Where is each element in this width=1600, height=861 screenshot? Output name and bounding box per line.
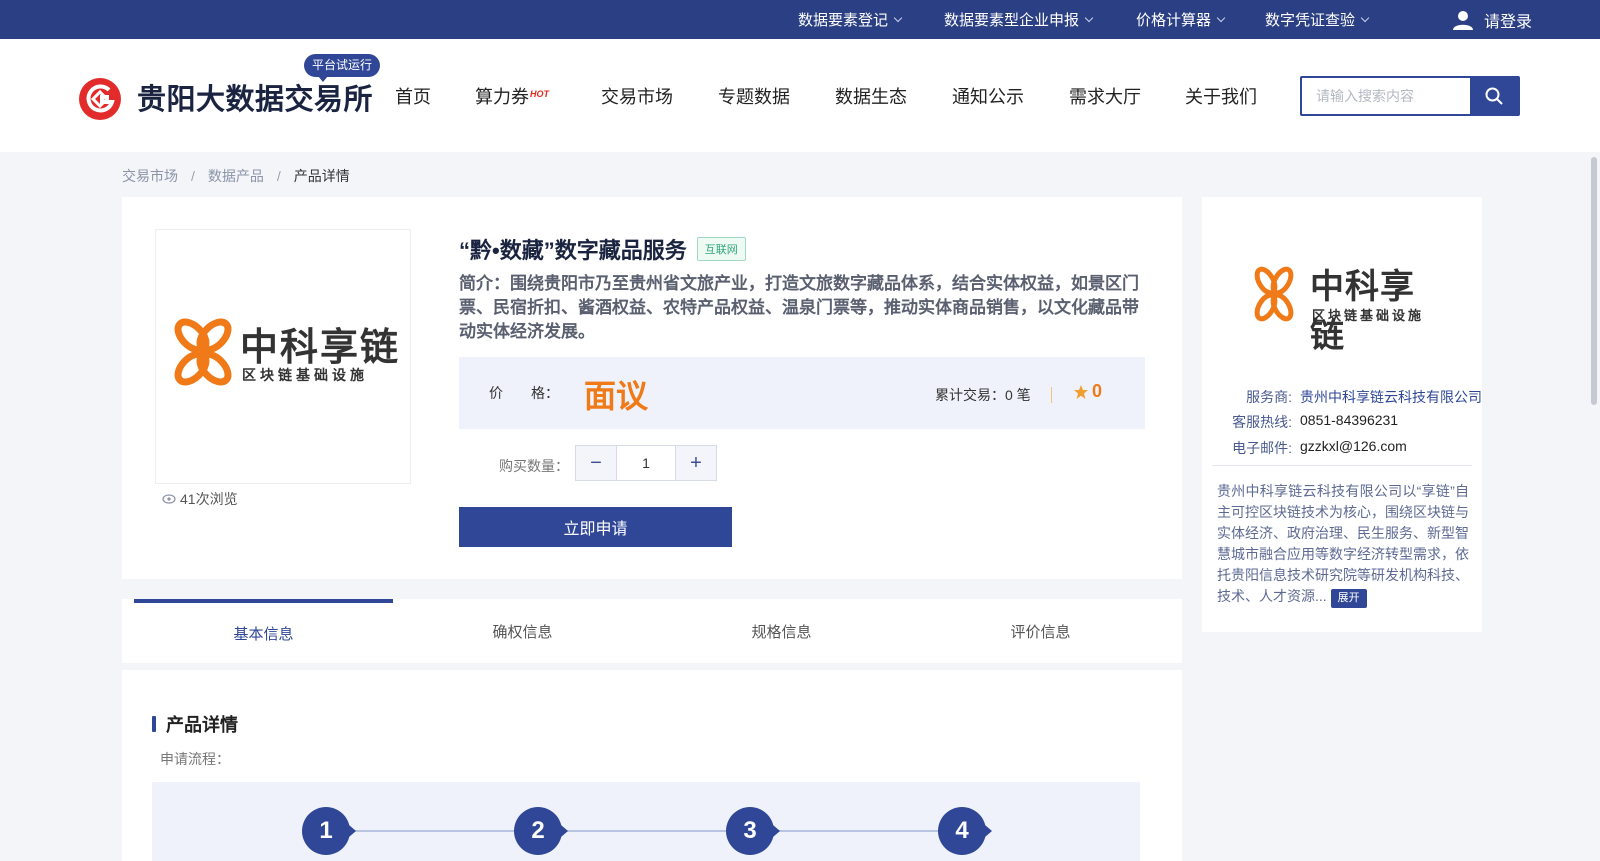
product-image: 中科享链 区块链基础设施 <box>155 229 411 484</box>
trial-badge: 平台试运行 <box>304 54 381 82</box>
hotline-value: 0851-84396231 <box>1300 412 1399 428</box>
zhongke-logo-icon <box>1254 266 1294 322</box>
search-button[interactable] <box>1470 78 1518 114</box>
email-value: gzzkxl@126.com <box>1300 438 1407 454</box>
provider-logo: 中科享链 区块链基础设施 <box>1252 259 1434 356</box>
detail-tabs: 基本信息 确权信息 规格信息 评价信息 <box>122 599 1182 663</box>
top-nav-data-registration[interactable]: 数据要素登记 <box>798 0 903 39</box>
provider-row: 服务商: 贵州中科享链云科技有限公司 <box>1212 387 1482 407</box>
user-icon <box>1453 10 1473 30</box>
breadcrumb-data-products[interactable]: 数据产品 <box>208 166 264 186</box>
tab-spec-info[interactable]: 规格信息 <box>652 599 911 663</box>
product-title-text: “黔•数藏”数字藏品服务 <box>459 238 687 263</box>
breadcrumb: 交易市场 / 数据产品 / 产品详情 <box>122 166 350 186</box>
main-header: 贵阳大数据交易所 平台试运行 首页 算力券 HOT 交易市场 专题数据 数据生态… <box>0 39 1600 152</box>
rating: 0 <box>1073 381 1102 402</box>
nav-about[interactable]: 关于我们 <box>1185 83 1257 109</box>
scrollbar-thumb[interactable] <box>1591 157 1597 405</box>
price-panel: 价 格： 面议 累计交易：0 笔 0 <box>459 357 1145 429</box>
search-input[interactable] <box>1302 78 1470 114</box>
top-nav-label: 数据要素登记 <box>798 12 889 29</box>
site-brand[interactable]: 贵阳大数据交易所 <box>137 76 373 118</box>
search-icon <box>1485 87 1503 105</box>
top-nav-label: 价格计算器 <box>1136 12 1212 29</box>
quantity-decrease-button[interactable]: − <box>576 446 616 480</box>
apply-button[interactable]: 立即申请 <box>459 507 732 547</box>
hotline-row: 客服热线: 0851-84396231 <box>1212 412 1398 432</box>
login-link[interactable]: 请登录 <box>1452 0 1532 39</box>
breadcrumb-separator: / <box>276 168 281 184</box>
quantity-stepper: − 1 + <box>575 445 717 481</box>
hot-badge: HOT <box>530 89 549 99</box>
breadcrumb-market[interactable]: 交易市场 <box>122 166 178 186</box>
email-row: 电子邮件: gzzkxl@126.com <box>1212 438 1407 458</box>
trade-value: 0 笔 <box>1005 387 1031 403</box>
chevron-down-icon <box>1084 13 1094 22</box>
top-nav-enterprise-declaration[interactable]: 数据要素型企业申报 <box>944 0 1094 39</box>
flow-step-3: 3 <box>726 807 780 855</box>
nav-topic-data[interactable]: 专题数据 <box>718 83 790 109</box>
product-detail-section: 产品详情 申请流程： 1 2 3 4 <box>122 670 1182 861</box>
hotline-label: 客服热线: <box>1232 414 1292 430</box>
provider-description: 贵州中科享链云科技有限公司以“享链”自主可控区块链技术为核心，围绕区块链与实体经… <box>1217 481 1469 608</box>
provider-name-link[interactable]: 贵州中科享链云科技有限公司 <box>1300 387 1482 407</box>
exchange-logo-icon[interactable] <box>79 78 121 120</box>
star-icon <box>1074 384 1088 399</box>
top-nav-price-calculator[interactable]: 价格计算器 <box>1136 0 1226 39</box>
flow-step-2: 2 <box>514 807 568 855</box>
top-nav-label: 数据要素型企业申报 <box>944 12 1080 29</box>
quantity-input[interactable]: 1 <box>616 446 676 480</box>
top-nav-label: 数字凭证查验 <box>1265 12 1356 29</box>
divider <box>1051 387 1052 403</box>
nav-home[interactable]: 首页 <box>395 83 431 109</box>
eye-icon <box>162 494 176 504</box>
login-label: 请登录 <box>1484 13 1533 31</box>
nav-notices[interactable]: 通知公示 <box>952 83 1024 109</box>
provider-card: 中科享链 区块链基础设施 服务商: 贵州中科享链云科技有限公司 客服热线: 08… <box>1202 197 1482 632</box>
quantity-label: 购买数量： <box>499 458 569 474</box>
flow-step-1: 1 <box>302 807 356 855</box>
trade-label: 累计交易： <box>935 387 1005 403</box>
chevron-down-icon <box>1216 13 1226 22</box>
price-label: 价 格： <box>489 385 559 401</box>
product-card: 中科享链 区块链基础设施 41次浏览 “黔•数藏”数字藏品服务 互联网 简介：围… <box>122 197 1182 579</box>
nav-market[interactable]: 交易市场 <box>601 83 673 109</box>
breadcrumb-current: 产品详情 <box>293 168 350 184</box>
divider <box>1212 465 1472 466</box>
section-title: 产品详情 <box>152 711 238 737</box>
provider-logo-subtext: 区块链基础设施 <box>1312 308 1425 323</box>
top-nav-voucher-check[interactable]: 数字凭证查验 <box>1265 0 1370 39</box>
chevron-down-icon <box>893 13 903 22</box>
flow-step-4: 4 <box>938 807 992 855</box>
expand-button[interactable]: 展开 <box>1330 589 1367 608</box>
product-intro: 简介：围绕贵阳市乃至贵州省文旅产业，打造文旅数字藏品体系，结合实体权益，如景区门… <box>459 274 1139 341</box>
product-title: “黔•数藏”数字藏品服务 互联网 <box>459 233 746 265</box>
provider-name-label: 服务商: <box>1246 389 1292 405</box>
application-flow: 1 2 3 4 <box>152 782 1140 861</box>
view-count-text: 41次浏览 <box>180 491 238 507</box>
category-tag: 互联网 <box>696 237 746 261</box>
tab-basic-info[interactable]: 基本信息 <box>134 599 393 663</box>
tab-rights-info[interactable]: 确权信息 <box>393 599 652 663</box>
logo-subtext: 区块链基础设施 <box>242 367 368 383</box>
top-utility-bar: 数据要素登记 数据要素型企业申报 价格计算器 数字凭证查验 请登录 <box>0 0 1600 39</box>
view-count: 41次浏览 <box>162 489 238 509</box>
quantity-increase-button[interactable]: + <box>676 446 716 480</box>
flow-label: 申请流程： <box>160 751 230 767</box>
trade-count: 累计交易：0 笔 <box>935 385 1031 405</box>
nav-ecosystem[interactable]: 数据生态 <box>835 83 907 109</box>
nav-demand-hall[interactable]: 需求大厅 <box>1069 83 1141 109</box>
flow-connector <box>350 830 984 832</box>
provider-description-text: 贵州中科享链云科技有限公司以“享链”自主可控区块链技术为核心，围绕区块链与实体经… <box>1217 483 1469 604</box>
price-value: 面议 <box>584 378 649 414</box>
nav-compute-voucher[interactable]: 算力券 <box>475 83 529 109</box>
logo-text: 中科享链 <box>240 325 401 369</box>
tab-review-info[interactable]: 评价信息 <box>911 599 1170 663</box>
page-scrollbar[interactable] <box>1587 152 1600 861</box>
rating-value: 0 <box>1092 381 1103 401</box>
search-box <box>1300 76 1520 116</box>
email-label: 电子邮件: <box>1232 440 1292 456</box>
breadcrumb-separator: / <box>191 168 195 184</box>
chevron-down-icon <box>1360 13 1370 22</box>
